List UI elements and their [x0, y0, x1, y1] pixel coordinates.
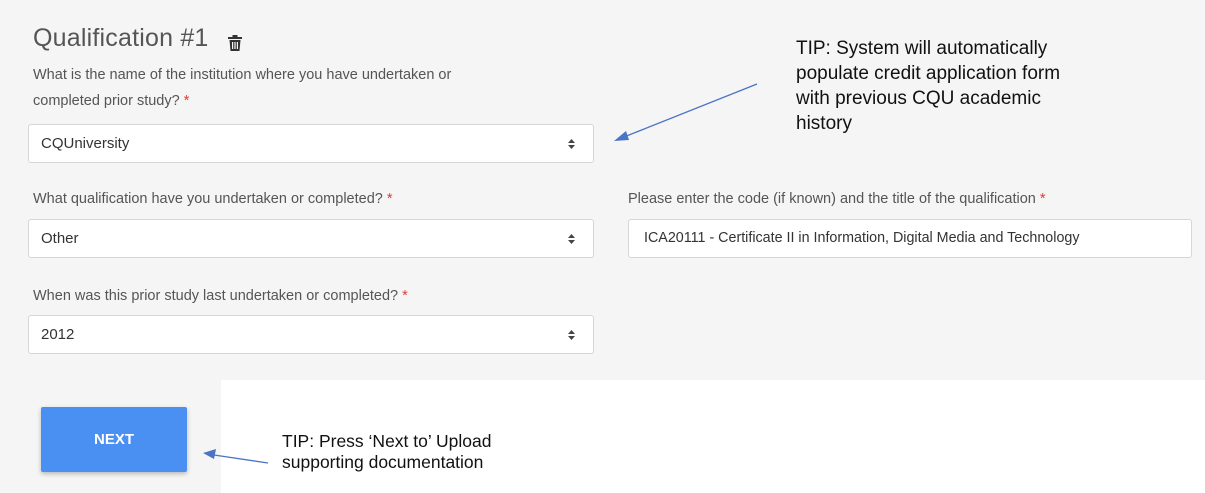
tip-arrow-1: [614, 83, 758, 141]
annotation-arrows: [203, 83, 758, 464]
tip-arrow-2: [203, 449, 269, 464]
